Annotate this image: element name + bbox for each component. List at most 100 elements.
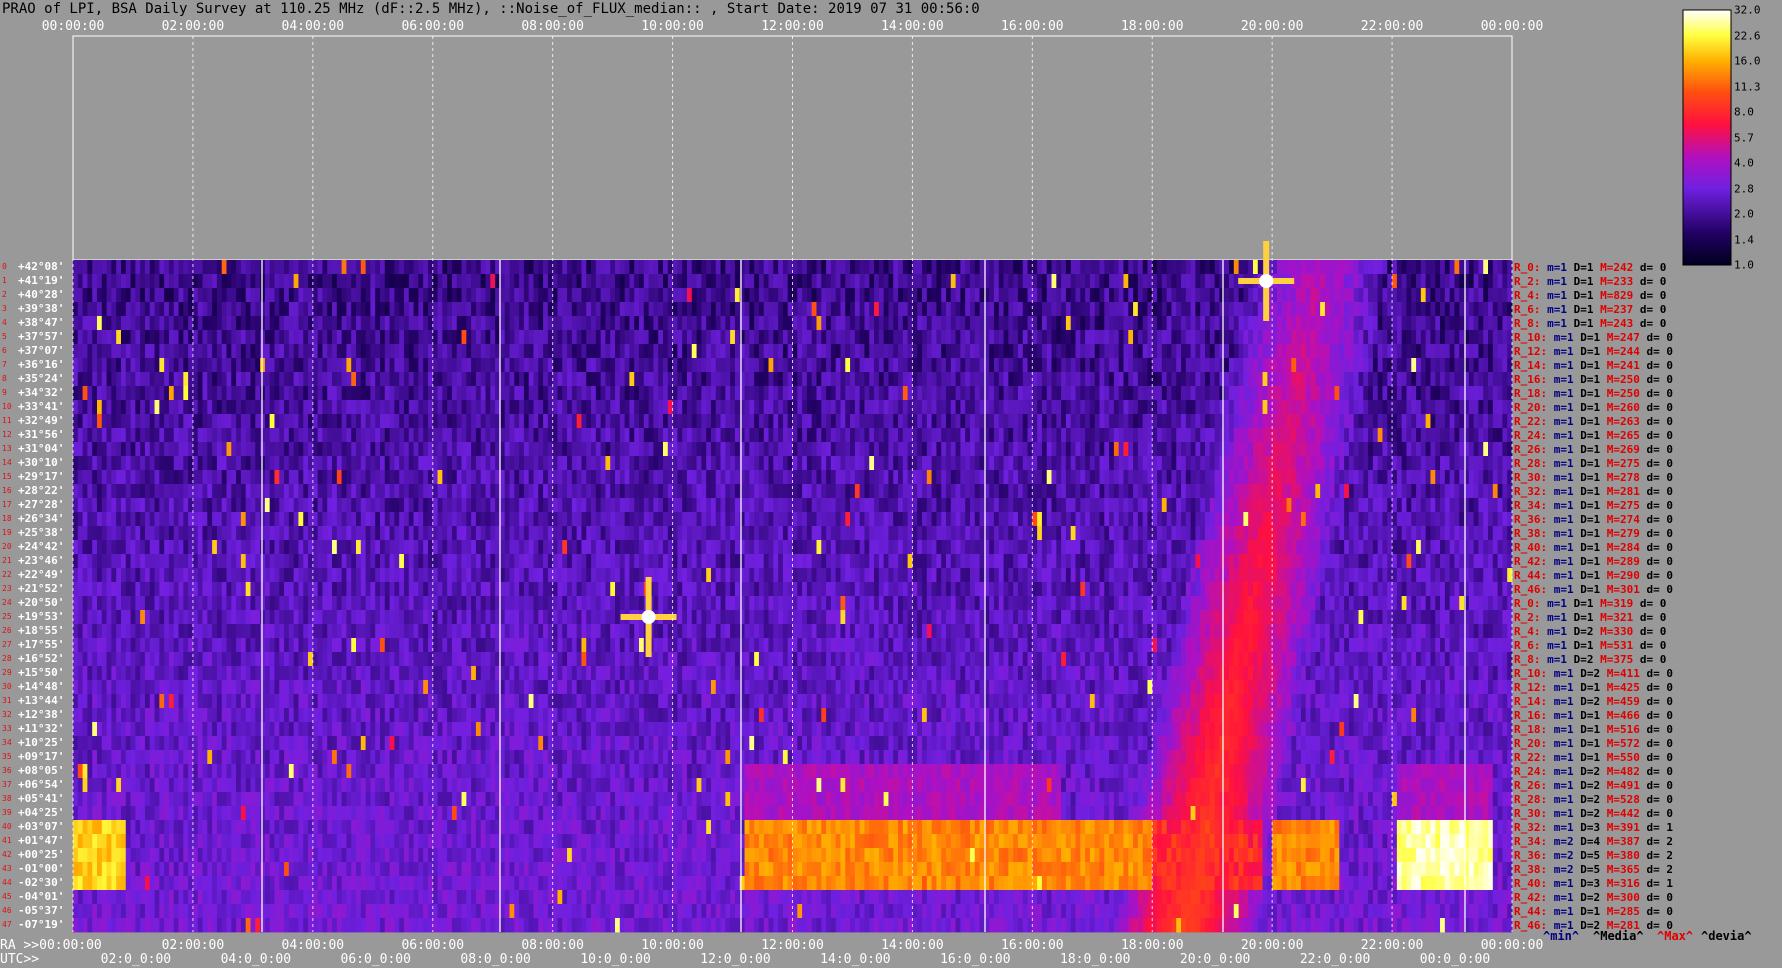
heatmap-cell [557,372,562,386]
heatmap-cell [845,316,850,330]
heatmap-cell [1311,358,1316,372]
heatmap-cell [399,288,404,302]
heatmap-cell [639,274,644,288]
heatmap-cell [1215,330,1220,344]
heatmap-cell [1066,316,1071,330]
heatmap-cell [1234,330,1239,344]
heatmap-cell [1013,316,1018,330]
ra-tick-label: 00:00:00 [1481,19,1544,34]
heatmap-cell [1330,330,1335,344]
heatmap-cell [226,260,231,274]
heatmap-cell [356,260,361,274]
heatmap-cell [980,316,985,330]
heatmap-cell [533,288,538,302]
heatmap-cell [1392,260,1397,274]
heatmap-cell [87,372,92,386]
heatmap-cell [797,288,802,302]
heatmap-cell [1474,358,1479,372]
heatmap-cell [1325,302,1330,316]
heatmap-cell [572,274,577,288]
heatmap-cell [936,372,941,386]
heatmap-cell [740,260,745,274]
heatmap-cell [1056,288,1061,302]
heatmap-cell [1195,330,1200,344]
heatmap-cell [203,288,208,302]
heatmap-cell [1277,288,1282,302]
heatmap-cell [135,288,140,302]
heatmap-cell [1234,316,1239,330]
heatmap-cell [1023,358,1028,372]
heatmap-cell [1469,288,1474,302]
heatmap-cell [1243,260,1248,274]
heatmap-cell [92,344,97,358]
heatmap-cell [404,344,409,358]
heatmap-cell [246,274,251,288]
heatmap-cell [783,344,788,358]
heatmap-cell [380,330,385,344]
heatmap-cell [543,274,548,288]
heatmap-cell [212,372,217,386]
heatmap-cell [260,372,265,386]
heatmap-cell [725,288,730,302]
heatmap-cell [1339,358,1344,372]
heatmap-cell [610,260,615,274]
heatmap-cell [1507,316,1512,330]
heatmap-cell [601,316,606,330]
heatmap-cell [553,274,558,288]
heatmap-cell [1320,358,1325,372]
heatmap-cell [1013,274,1018,288]
heatmap-cell [121,358,126,372]
heatmap-cell [1392,344,1397,358]
heatmap-cell [1080,288,1085,302]
heatmap-cell [1483,288,1488,302]
heatmap-cell [155,288,160,302]
heatmap-cell [1123,316,1128,330]
heatmap-cell [337,288,342,302]
heatmap-cell [102,358,107,372]
heatmap-cell [793,274,798,288]
heatmap-cell [1229,260,1234,274]
heatmap-cell [802,260,807,274]
heatmap-cell [442,302,447,316]
heatmap-cell [164,358,169,372]
heatmap-cell [193,372,198,386]
heatmap-cell [303,274,308,288]
heatmap-cell [1056,372,1061,386]
heatmap-cell [1042,260,1047,274]
heatmap-cell [581,288,586,302]
heatmap-cell [1109,358,1114,372]
heatmap-cell [634,274,639,288]
heatmap-cell [1090,260,1095,274]
heatmap-cell [1344,274,1349,288]
heatmap-cell [1335,288,1340,302]
heatmap-cell [1119,260,1124,274]
heatmap-cell [927,372,932,386]
heatmap-cell [1344,302,1349,316]
heatmap-cell [903,260,908,274]
heatmap-cell [1349,316,1354,330]
heatmap-cell [1147,260,1152,274]
heatmap-cell [529,288,534,302]
heatmap-cell [279,274,284,288]
heatmap-cell [845,274,850,288]
heatmap-cell [1354,316,1359,330]
heatmap-cell [1464,316,1469,330]
heatmap-cell [270,274,275,288]
heatmap-cell [1450,274,1455,288]
heatmap-cell [423,302,428,316]
heatmap-cell [716,288,721,302]
heatmap-cell [687,330,692,344]
heatmap-cell [653,260,658,274]
heatmap-cell [217,260,222,274]
heatmap-cell [1454,330,1459,344]
heatmap-cell [466,344,471,358]
heatmap-cell [706,302,711,316]
heatmap-cell [510,372,515,386]
heatmap-cell [298,274,303,288]
heatmap-cell [912,274,917,288]
heatmap-cell [629,330,634,344]
heatmap-cell [697,288,702,302]
heatmap-cell [553,288,558,302]
heatmap-cell [965,274,970,288]
heatmap-cell [226,358,231,372]
